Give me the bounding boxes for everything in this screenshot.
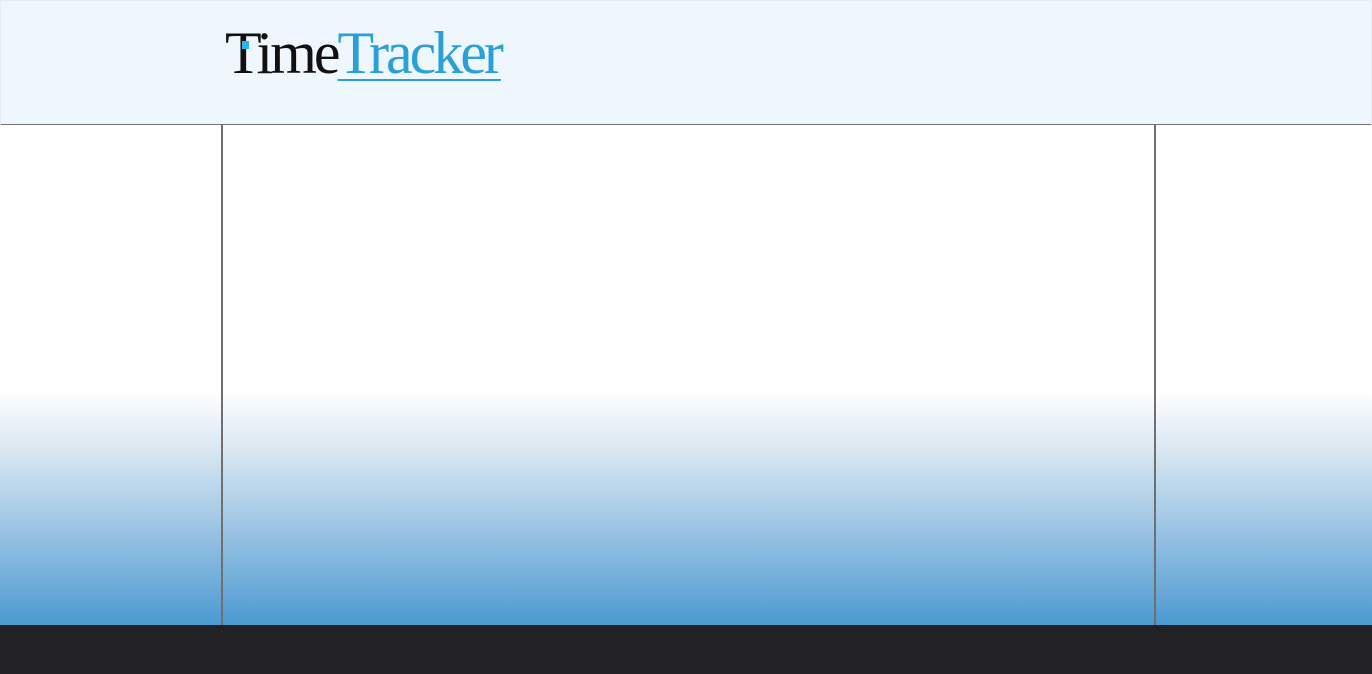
page: Time Tracker [0, 0, 1372, 674]
main-content-panel [221, 125, 1156, 625]
logo-accent-dot [242, 41, 249, 49]
timetracker-logo-link[interactable]: Time Tracker [225, 13, 504, 93]
footer-bar [0, 625, 1372, 674]
logo-text-time: Time [225, 20, 341, 86]
site-header: Time Tracker [0, 0, 1372, 126]
logo-text-tracker: Tracker [337, 20, 504, 86]
content-background [0, 125, 1372, 625]
